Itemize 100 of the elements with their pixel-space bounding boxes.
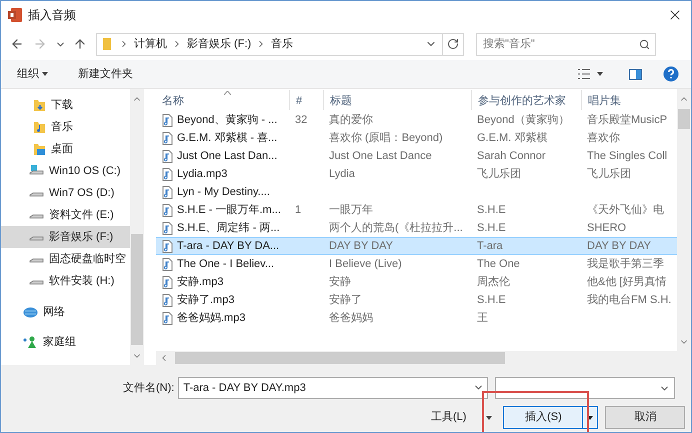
sidebar-item[interactable]: 固态硬盘临时空 (1, 248, 130, 270)
file-row[interactable]: 安静.mp3 安静 周杰伦 他&他 [好男真情 (156, 273, 677, 291)
table-cell-text: The One (477, 256, 520, 272)
file-row[interactable]: S.H.E - 一眼万年.m... 1 一眼万年 S.H.E 《天外飞仙》电 (156, 201, 677, 219)
audio-file-icon (162, 132, 173, 144)
audio-file-icon (162, 168, 173, 180)
file-name: 安静.mp3 (177, 274, 224, 290)
file-row[interactable]: T-ara - DAY BY DA... DAY BY DAY T-ara DAY BY DAY (156, 237, 677, 255)
filename-field[interactable]: T-ara - DAY BY DAY.mp3 (178, 377, 488, 399)
file-name: T-ara - DAY BY DA... (177, 238, 280, 254)
file-name: Lydia.mp3 (177, 166, 228, 182)
file-name: 爸爸妈妈.mp3 (177, 310, 246, 326)
file-type-dropdown[interactable] (495, 377, 676, 399)
caret-icon (597, 72, 603, 76)
file-name: S.H.E、周定纬 - 两... (177, 220, 280, 236)
file-row[interactable]: 爸爸妈妈.mp3 爸爸妈妈 王 (156, 309, 677, 327)
cancel-button[interactable]: 取消 (605, 406, 686, 429)
file-name: G.E.M. 邓紫棋 - 喜... (177, 130, 278, 146)
table-cell-text: I Believe (Live) (329, 256, 402, 272)
tools-button[interactable]: 工具(L) (431, 406, 492, 429)
file-name: S.H.E - 一眼万年.m... (177, 202, 281, 218)
address-bar[interactable]: 计算机 影音娱乐 (F:) 音乐 (96, 32, 464, 56)
file-row[interactable]: Lyn - My Destiny.... (156, 183, 677, 201)
sidebar-item[interactable]: Win7 OS (D:) (1, 182, 130, 204)
download-folder-icon (33, 98, 46, 112)
app-icon (8, 8, 22, 22)
up-arrow-icon (73, 37, 87, 51)
file-row[interactable]: S.H.E、周定纬 - 两... 两个人的荒岛(《杜拉拉升... S.H.E SHERO (156, 219, 677, 237)
file-row[interactable]: Just One Last Dan... Just One Last Dance Sarah Connor The Singles Coll (156, 147, 677, 165)
sort-ascending-icon (224, 91, 231, 95)
table-cell-text: 《天外飞仙》电 (587, 202, 664, 218)
horizontal-scrollbar[interactable] (156, 351, 691, 365)
table-cell-text: 飞儿乐团 (587, 166, 631, 182)
organize-button[interactable]: 组织 (11, 63, 54, 85)
column-header[interactable]: # (289, 90, 323, 110)
new-folder-button[interactable]: 新建文件夹 (74, 63, 137, 85)
filename-label: 文件名(N): (123, 380, 174, 396)
table-cell-text: 音乐殿堂MusicP (587, 112, 668, 128)
caret-icon (587, 416, 594, 420)
window-title: 插入音频 (28, 6, 76, 24)
table-cell-text: 我的电台FM S.H. (587, 292, 672, 308)
column-header[interactable]: 唱片集 (581, 90, 676, 110)
sidebar-item[interactable]: Win10 OS (C:) (1, 160, 130, 182)
file-row[interactable]: Lydia.mp3 Lydia 飞儿乐团 飞儿乐团 (156, 165, 677, 183)
breadcrumb-item[interactable]: 影音娱乐 (F:) (185, 36, 254, 52)
table-cell-text: 飞儿乐团 (477, 166, 521, 182)
table-cell-text: DAY BY DAY (329, 238, 393, 254)
table-cell-text: Beyond（黄家驹） (477, 112, 570, 128)
audio-file-icon (162, 294, 173, 306)
sidebar-item[interactable]: 桌面 (1, 138, 130, 160)
vertical-scrollbar[interactable] (677, 89, 691, 351)
scroll-thumb[interactable] (678, 109, 690, 129)
table-cell-text: 一眼万年 (329, 202, 373, 218)
table-cell-text: 周杰伦 (477, 274, 510, 290)
table-cell-text: 他&他 [好男真情 (587, 274, 666, 290)
file-row[interactable]: 安静了.mp3 安静了 S.H.E 我的电台FM S.H. (156, 291, 677, 309)
table-cell-text: 王 (477, 310, 488, 326)
file-row[interactable]: The One - I Believ... I Believe (Live) The One 我是歌手第三季 (156, 255, 677, 273)
breadcrumb-item[interactable]: 计算机 (132, 36, 169, 52)
sidebar-item[interactable]: 资料文件 (E:) (1, 204, 130, 226)
forward-arrow-icon (33, 37, 47, 51)
file-name: Lyn - My Destiny.... (177, 184, 270, 200)
column-header[interactable]: 名称 (156, 90, 289, 110)
refresh-icon (447, 38, 459, 50)
column-header[interactable]: 标题 (323, 90, 471, 110)
table-cell-text: 安静了 (329, 292, 362, 308)
table-cell-text: 我是歌手第三季 (587, 256, 664, 272)
scroll-thumb[interactable] (175, 352, 505, 364)
file-name: 安静了.mp3 (177, 292, 234, 308)
sidebar-item[interactable]: 下载 (1, 94, 130, 116)
table-cell-text: 喜欢你 (原唱：Beyond) (329, 130, 443, 146)
table-cell-text: 1 (295, 202, 302, 218)
search-field[interactable]: 搜索"音乐" (476, 32, 656, 56)
table-cell-text: T-ara (477, 238, 503, 254)
table-cell-text: 喜欢你 (587, 130, 620, 146)
vertical-scrollbar[interactable] (130, 89, 144, 365)
table-cell-text: S.H.E (477, 220, 506, 236)
table-cell-text: 安静 (329, 274, 351, 290)
audio-file-icon (162, 114, 173, 126)
audio-file-icon (162, 222, 173, 234)
audio-file-icon (162, 186, 173, 198)
scroll-thumb[interactable] (131, 234, 143, 345)
caret-icon (486, 416, 492, 420)
audio-file-icon (162, 150, 173, 162)
table-cell-text: G.E.M. 邓紫棋 (477, 130, 548, 146)
folder-icon (102, 37, 112, 51)
sidebar-item[interactable]: 家庭组 (1, 331, 130, 353)
sidebar-item[interactable]: 影音娱乐 (F:) (1, 226, 130, 248)
file-row[interactable]: Beyond、黄家驹 - ... 32 真的爱你 Beyond（黄家驹） 音乐殿堂MusicP (156, 111, 677, 129)
file-name: The One - I Believ... (177, 256, 274, 272)
audio-file-icon (162, 204, 173, 216)
sidebar-item[interactable]: 软件安装 (H:) (1, 270, 130, 292)
desktop-folder-icon (33, 142, 46, 156)
sidebar-item[interactable]: 音乐 (1, 116, 130, 138)
column-header[interactable]: 参与创作的艺术家 (471, 90, 581, 110)
table-cell-text: Lydia (329, 166, 355, 182)
breadcrumb-item[interactable]: 音乐 (269, 36, 296, 52)
file-row[interactable]: G.E.M. 邓紫棋 - 喜... 喜欢你 (原唱：Beyond) G.E.M. 邓紫棋 喜欢你 (156, 129, 677, 147)
sidebar-item[interactable]: 网络 (1, 301, 130, 323)
table-cell-text: The Singles Coll (587, 148, 668, 164)
